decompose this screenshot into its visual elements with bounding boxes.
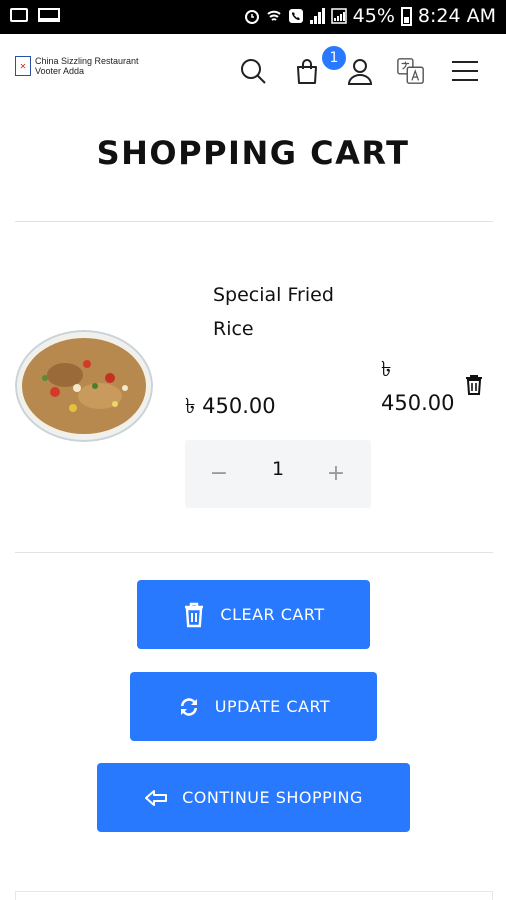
call-icon	[288, 9, 303, 23]
update-cart-button[interactable]: UPDATE CART	[130, 672, 377, 741]
signal-icon	[309, 8, 325, 24]
continue-shopping-button[interactable]: CONTINUE SHOPPING	[97, 763, 410, 832]
refresh-icon	[180, 697, 197, 716]
quantity-increase-button[interactable]: +	[324, 462, 348, 486]
status-indicators: 45% 8:24 AM	[244, 5, 496, 27]
status-bar: 45% 8:24 AM	[0, 0, 506, 34]
logo-line-1: China Sizzling Restaurant	[35, 56, 139, 66]
cart-count-badge: 1	[322, 46, 346, 70]
signal-2-icon	[330, 8, 347, 24]
continue-shopping-label: CONTINUE SHOPPING	[182, 788, 363, 807]
clear-cart-button[interactable]: CLEAR CART	[137, 580, 370, 649]
line-total: ৳ 450.00	[381, 352, 454, 420]
wifi-icon	[266, 10, 281, 21]
logo-mark-icon: ✕	[15, 56, 31, 76]
logo-text: China Sizzling Restaurant Vooter Adda	[35, 56, 139, 76]
notification-icons	[10, 8, 60, 22]
product-image[interactable]	[15, 330, 153, 442]
cart-summary-card	[15, 891, 493, 900]
battery-icon	[400, 6, 412, 26]
remove-item-trash-icon[interactable]	[463, 374, 485, 396]
quantity-input[interactable]: 1	[260, 458, 296, 480]
translate-icon[interactable]	[396, 56, 426, 86]
product-name[interactable]: Special Fried Rice	[213, 278, 363, 346]
image-notification-icon	[10, 8, 28, 22]
menu-icon[interactable]	[450, 56, 480, 86]
line-total-value: 450.00	[381, 391, 455, 415]
laptop-notification-icon	[38, 8, 60, 22]
line-total-currency: ৳	[381, 357, 392, 381]
cart-bag-icon[interactable]	[292, 56, 322, 86]
quantity-decrease-button[interactable]: −	[207, 462, 231, 486]
logo-line-2: Vooter Adda	[35, 66, 85, 76]
battery-percent: 45%	[352, 5, 395, 27]
alarm-icon	[244, 10, 259, 24]
clock: 8:24 AM	[417, 5, 496, 27]
user-icon[interactable]	[345, 56, 375, 86]
trash-icon	[185, 602, 204, 627]
items-divider	[15, 552, 493, 553]
search-icon[interactable]	[238, 56, 268, 86]
site-header: ✕ China Sizzling Restaurant Vooter Adda …	[0, 34, 506, 114]
quantity-stepper: − 1 +	[185, 440, 371, 508]
page-title: SHOPPING CART	[96, 134, 410, 172]
title-divider	[15, 221, 493, 222]
update-cart-label: UPDATE CART	[214, 697, 331, 716]
arrow-left-icon	[145, 789, 168, 806]
site-logo[interactable]: ✕ China Sizzling Restaurant Vooter Adda	[15, 56, 139, 76]
unit-price: ৳ 450.00	[185, 394, 276, 418]
clear-cart-label: CLEAR CART	[220, 605, 325, 624]
